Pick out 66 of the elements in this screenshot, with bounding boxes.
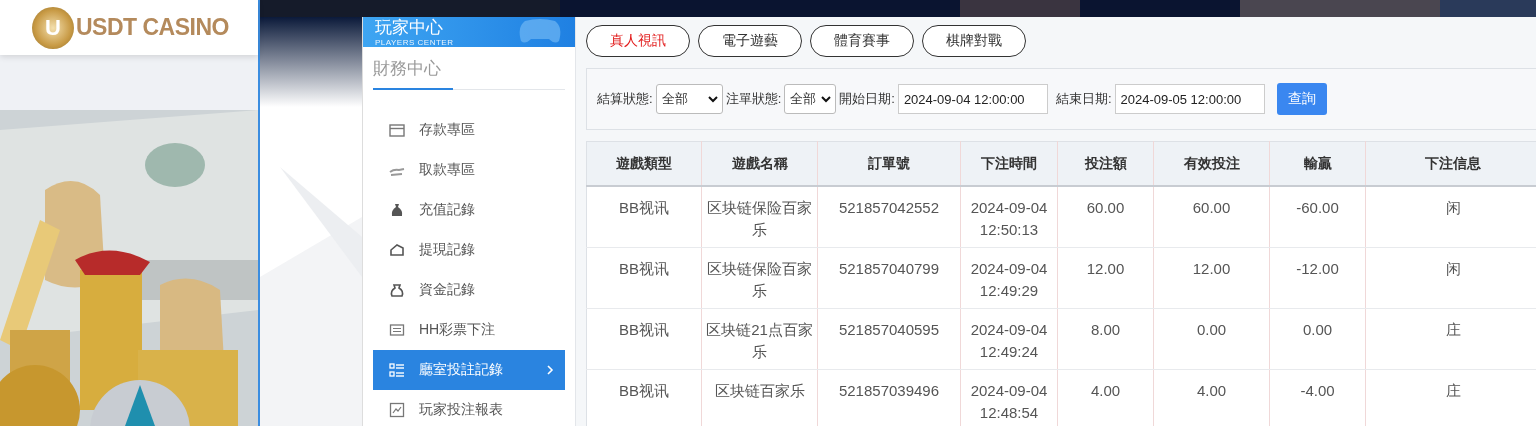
filter-label: 結算狀態: [597,90,653,108]
menu-item[interactable]: 提現記錄 [373,230,565,270]
table-cell: 庄 [1365,369,1536,426]
table-cell: 区块链保险百家乐 [701,186,818,247]
filter-label: 注單狀態: [725,90,782,108]
query-button[interactable]: 查詢 [1276,83,1327,115]
menu-item[interactable]: 充值記錄 [373,190,565,230]
menu-item[interactable]: 資金記錄 [373,270,565,310]
date-field[interactable]: 2024-09-04 12:00:00 [897,84,1048,114]
table-cell: BB视讯 [586,369,702,426]
category-tab[interactable]: 體育賽事 [810,25,914,57]
table-cell: -12.00 [1269,247,1366,308]
table-cell: BB视讯 [586,247,702,308]
table-cell: 521857042552 [817,186,961,247]
section-title: 財務中心 [373,55,453,90]
sidebar-title: 玩家中心 [375,17,444,38]
table-cell: 60.00 [1153,186,1270,247]
table-cell: 2024-09-04 12:50:13 [960,186,1058,247]
menu-item[interactable]: 存款專區 [373,110,565,150]
logo-text: USDT CASINO [76,14,229,41]
category-tab[interactable]: 電子遊藝 [698,25,802,57]
table-cell: 8.00 [1057,308,1154,369]
status-dropdown[interactable]: 全部 [655,84,723,114]
sidebar-subtitle: PLAYERS CENTER [375,37,454,47]
column-header: 下注信息 [1365,141,1536,186]
menu-item[interactable]: HH彩票下注 [373,310,565,350]
column-header: 遊戲名稱 [701,141,818,186]
menu-item[interactable]: 取款專區 [373,150,565,190]
table-cell: 闲 [1365,247,1536,308]
table-cell: 12.00 [1057,247,1154,308]
column-header: 下注時間 [960,141,1058,186]
filter-label: 開始日期: [839,90,895,108]
table-cell: 闲 [1365,186,1536,247]
table-cell: 区块链21点百家乐 [701,308,818,369]
table-cell: 2024-09-04 12:48:54 [960,369,1058,426]
table-cell: BB视讯 [586,186,702,247]
table-cell: 4.00 [1057,369,1154,426]
table-cell: 12.00 [1153,247,1270,308]
column-header: 輸贏 [1269,141,1366,186]
table-cell: 4.00 [1153,369,1270,426]
status-dropdown[interactable]: 全部 [784,84,837,114]
menu-item[interactable]: 廳室投註記錄 [373,350,565,390]
date-field[interactable]: 2024-09-05 12:00:00 [1114,84,1265,114]
table-cell: -4.00 [1269,369,1366,426]
column-header: 遊戲類型 [586,141,702,186]
column-header: 投注額 [1057,141,1154,186]
category-tab[interactable]: 真人視訊 [586,25,690,57]
table-cell: 0.00 [1269,308,1366,369]
table-cell: -60.00 [1269,186,1366,247]
table-cell: 0.00 [1153,308,1270,369]
column-header: 訂單號 [817,141,961,186]
table-cell: 庄 [1365,308,1536,369]
table-cell: 区块链保险百家乐 [701,247,818,308]
column-header: 有效投注 [1153,141,1270,186]
menu-item[interactable]: 玩家投注報表 [373,390,565,426]
table-cell: BB视讯 [586,308,702,369]
table-cell: 2024-09-04 12:49:29 [960,247,1058,308]
table-cell: 521857040595 [817,308,961,369]
table-cell: 60.00 [1057,186,1154,247]
filter-label: 結束日期: [1055,90,1112,108]
category-tab[interactable]: 棋牌對戰 [922,25,1026,57]
table-cell: 521857039496 [817,369,961,426]
table-cell: 521857040799 [817,247,961,308]
table-cell: 区块链百家乐 [701,369,818,426]
table-cell: 2024-09-04 12:49:24 [960,308,1058,369]
logo-coin: U [32,6,74,49]
